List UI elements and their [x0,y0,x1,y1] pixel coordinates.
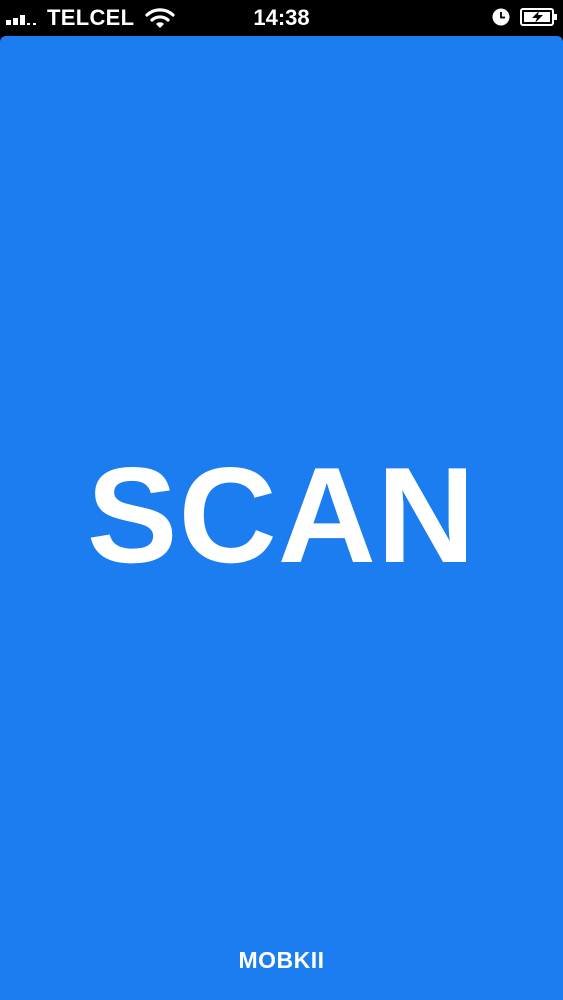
status-bar: TELCEL 14:38 [0,0,563,36]
clock-icon [492,8,510,26]
brand-name: MOBKII [238,947,325,973]
battery-charging-icon [520,8,557,26]
app-title: SCAN [86,439,477,591]
status-time: 14:38 [253,5,310,30]
splash-screen: SCAN MOBKII [0,36,563,1000]
phone-screen: TELCEL 14:38 SCAN MOBKII [0,0,563,1000]
